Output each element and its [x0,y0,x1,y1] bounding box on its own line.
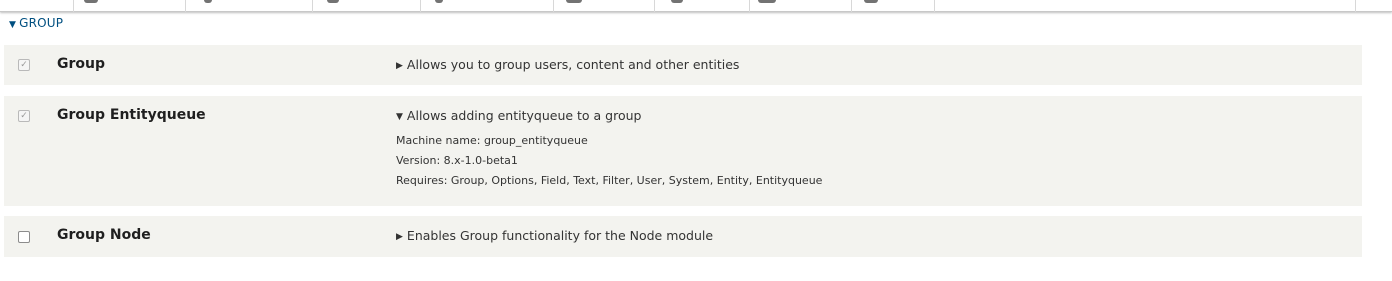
people-icon [758,0,776,3]
admin-toolbar [0,0,1392,12]
module-version: Version: 8.x-1.0-beta1 [396,154,518,167]
toolbar-tab-config[interactable] [655,0,750,12]
module-machine-name: Machine name: group_entityqueue [396,134,588,147]
shortcuts-icon [84,0,98,3]
module-description-toggle[interactable]: ▼ Allows adding entityqueue to a group [396,108,642,123]
module-row-group-entityqueue: ✓ Group Entityqueue ▼ Allows adding entit… [4,96,1362,206]
module-requires: Requires: Group, Options, Field, Text, F… [396,174,823,187]
module-name: Group Node [57,227,151,243]
module-checkbox-group[interactable]: ✓ [18,59,30,71]
module-description-toggle[interactable]: ▶ Allows you to group users, content and … [396,57,739,72]
reports-icon [864,0,878,3]
config-icon [671,0,683,3]
toolbar-tab-help[interactable] [1355,0,1392,12]
module-checkbox-group-node[interactable] [18,231,30,243]
extend-icon [566,0,582,3]
group-title: GROUP [19,16,64,30]
collapse-triangle-icon: ▼ [9,20,17,30]
toolbar-tab-people[interactable] [750,0,852,12]
content-icon [204,0,212,3]
appearance-icon [435,0,443,3]
toolbar-tab-shortcuts[interactable] [74,0,186,12]
module-row-group: ✓ Group ▶ Allows you to group users, cont… [4,45,1362,85]
module-description-toggle[interactable]: ▶ Enables Group functionality for the Nod… [396,228,713,243]
toolbar-tab-extend[interactable] [554,0,655,12]
expand-triangle-icon: ▶ [396,61,403,71]
module-description: Enables Group functionality for the Node… [406,228,714,243]
toolbar-tab-reports[interactable] [852,0,935,12]
toolbar-tab-structure[interactable] [313,0,421,12]
module-name: Group Entityqueue [57,107,206,123]
toolbar-tab-content[interactable] [186,0,313,12]
module-row-group-node: Group Node ▶ Enables Group functionality … [4,216,1362,257]
module-description: Allows adding entityqueue to a group [406,108,642,123]
module-name: Group [57,56,106,72]
toolbar-tab-appearance[interactable] [421,0,554,12]
module-checkbox-group-entityqueue[interactable]: ✓ [18,110,30,122]
structure-icon [327,0,339,3]
expand-triangle-icon: ▶ [396,232,403,242]
collapse-triangle-icon: ▼ [396,112,403,122]
toolbar-tab-manage[interactable] [0,0,74,12]
group-fieldset-toggle[interactable]: ▼ GROUP [9,16,63,30]
module-description: Allows you to group users, content and o… [406,57,740,72]
